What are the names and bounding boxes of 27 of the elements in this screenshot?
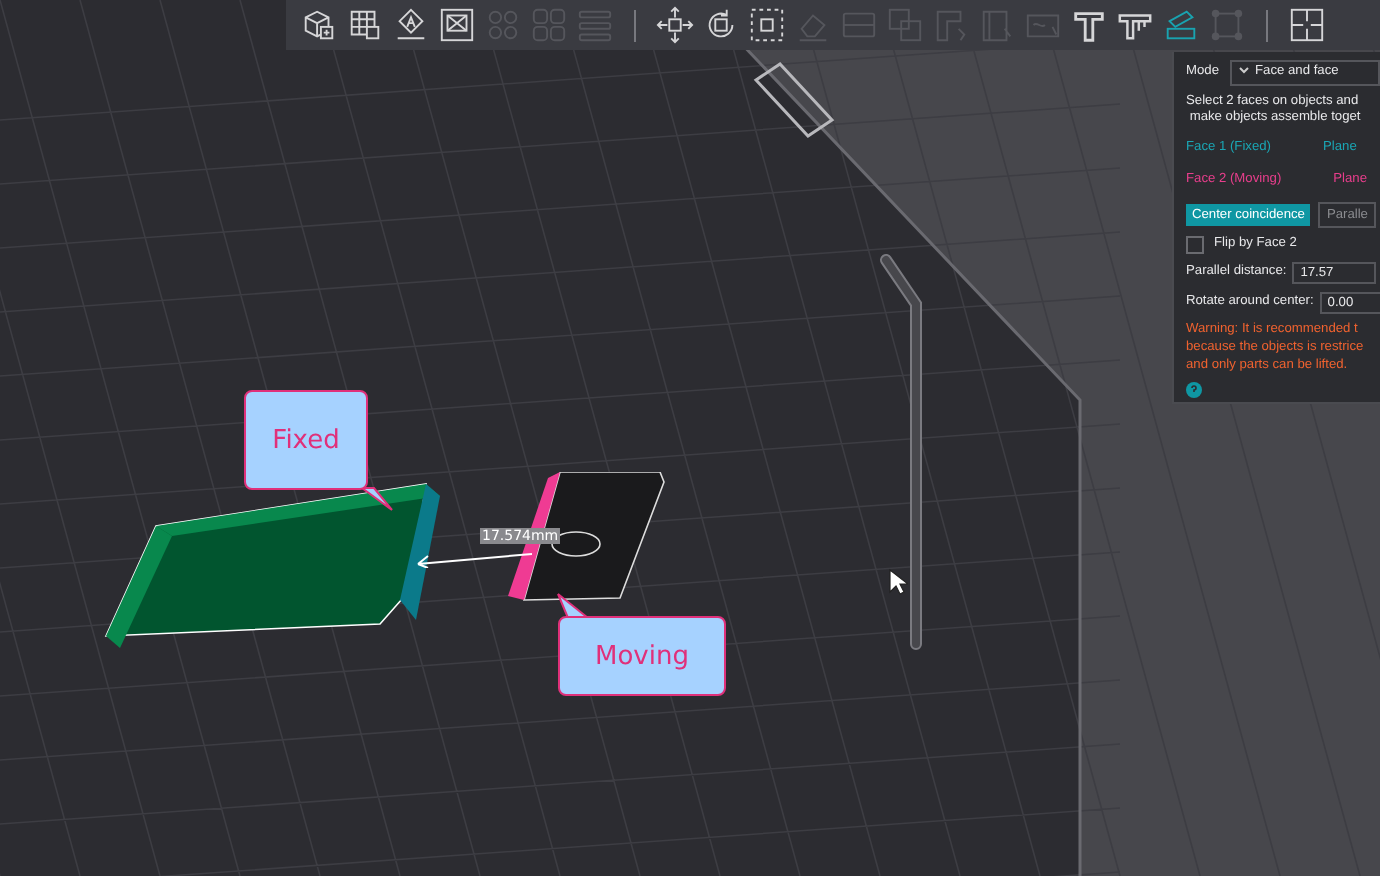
node-square-icon — [1208, 6, 1246, 44]
scale-tool[interactable] — [746, 4, 788, 46]
framed-board-icon — [438, 6, 476, 44]
puzzle-tool[interactable] — [1286, 4, 1328, 46]
stacked-bars-icon — [576, 6, 614, 44]
text-t-icon — [1070, 6, 1108, 44]
framed-board-tool[interactable] — [436, 4, 478, 46]
grid-plus-icon — [346, 6, 384, 44]
cursor-icon — [888, 568, 908, 596]
moving-callout: Moving — [558, 616, 726, 696]
overlap-squares-icon — [886, 6, 924, 44]
assemble-plates-icon — [1162, 6, 1200, 44]
paint-edge-icon — [978, 6, 1016, 44]
callout-pointer — [360, 486, 396, 514]
caret-icon — [1237, 64, 1249, 76]
circles-icon — [484, 6, 522, 44]
help-icon[interactable] — [1186, 382, 1202, 399]
cube-plus-icon — [300, 6, 338, 44]
move-arrows-icon — [656, 6, 694, 44]
fixed-callout: Fixed — [244, 390, 368, 490]
rounded-squares-icon — [530, 6, 568, 44]
puzzle-icon — [1288, 6, 1326, 44]
scale-icon — [748, 6, 786, 44]
move-arrows-tool[interactable] — [654, 4, 696, 46]
diamond-letter-icon — [392, 6, 430, 44]
paint-corner-icon — [932, 6, 970, 44]
flip-checkbox[interactable] — [1186, 235, 1204, 254]
